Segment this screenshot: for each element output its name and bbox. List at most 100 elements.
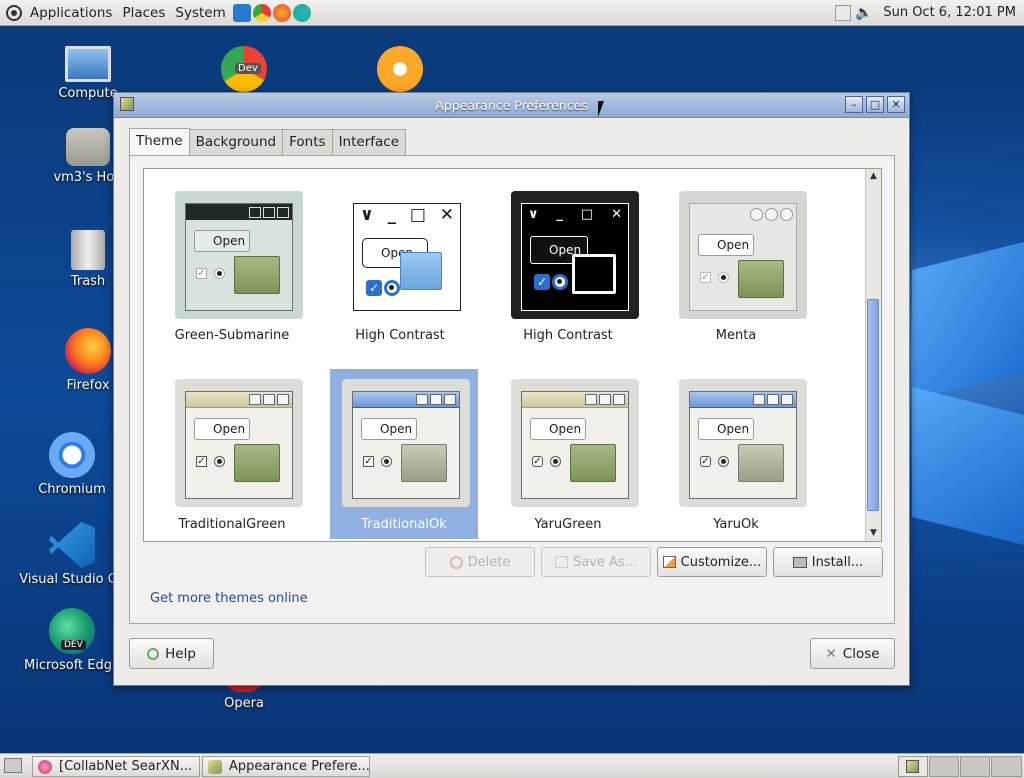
desktop-icon-edge[interactable]: DEV Microsoft Edge [17, 608, 127, 673]
save-as-button[interactable]: Save As... [541, 547, 651, 577]
theme-thumbnail: Open ✓ [521, 391, 629, 499]
workspace-3[interactable] [960, 756, 990, 777]
close-icon: ✕ [439, 205, 454, 225]
theme-item-high-contrast-inverse[interactable]: ∨ _ □ ✕ Open ✓ High Contrast [494, 181, 642, 351]
mini-titlebar: ∨ _ □ ✕ [354, 204, 460, 226]
taskbar-item-browser[interactable]: [CollabNet SearXN... [32, 756, 200, 777]
get-more-themes-link[interactable]: Get more themes online [150, 591, 308, 606]
minimize-icon: _ [387, 205, 397, 225]
checkbox-icon: ✓ [700, 272, 711, 283]
mini-titlebar [522, 392, 628, 408]
close-label: Close [842, 645, 880, 662]
workspace-4[interactable] [991, 756, 1022, 777]
tab-theme[interactable]: Theme [129, 128, 190, 157]
show-desktop-icon[interactable] [4, 758, 22, 773]
desktop-icon-chromium[interactable]: Chromium [17, 432, 127, 497]
tab-interface[interactable]: Interface [331, 129, 407, 156]
theme-item-traditional-ok[interactable]: Open ✓ TraditionalOk [330, 369, 478, 539]
chromium-icon [49, 432, 95, 478]
wallpaper-pane [912, 242, 1024, 400]
minimize-button[interactable]: – [845, 96, 863, 113]
mini-titlebar [353, 392, 459, 408]
mini-open-button: Open [361, 418, 417, 440]
titlebar[interactable]: Appearance Preferences – □ ✕ [114, 93, 909, 118]
folder-icon [570, 444, 616, 482]
home-folder-icon [66, 128, 110, 166]
scroll-up-icon[interactable]: ▲ [866, 169, 881, 184]
dialog-title: Appearance Preferences [435, 97, 588, 113]
desktop-icon-label: Opera [224, 696, 264, 711]
scroll-down-icon[interactable]: ▼ [866, 526, 881, 541]
mini-btn [599, 394, 611, 405]
edge-dev-icon: DEV [49, 608, 95, 654]
taskbar-item-appearance[interactable]: Appearance Prefere... [202, 756, 370, 777]
theme-list[interactable]: Open ✓ Green-Submarine ∨ _ □ ✕ Open ✓ Hi… [143, 168, 882, 542]
close-window-button[interactable]: ✕ [887, 96, 905, 113]
theme-item-yaru-green[interactable]: Open ✓ YaruGreen [494, 369, 642, 539]
customize-label: Customize... [680, 554, 762, 570]
install-label: Install... [811, 554, 864, 570]
chrome-dev-launcher-icon[interactable] [252, 3, 271, 22]
checkbox-icon: ✓ [196, 456, 207, 467]
theme-item-green-submarine[interactable]: Open ✓ Green-Submarine [158, 181, 306, 351]
vscode-launcher-icon[interactable] [232, 3, 251, 22]
clock[interactable]: Sun Oct 6, 12:01 PM [875, 5, 1024, 20]
mini-titlebar: ∨ _ □ ✕ [522, 204, 628, 224]
help-button[interactable]: Help [129, 638, 214, 669]
radio-icon [381, 456, 392, 467]
workspace-window-icon [906, 760, 919, 773]
menu-places[interactable]: Places [117, 5, 170, 21]
folder-icon [572, 254, 616, 294]
appearance-preferences-dialog: Appearance Preferences – □ ✕ Theme Backg… [113, 92, 910, 686]
tab-background[interactable]: Background [188, 129, 284, 156]
mini-btn [753, 394, 765, 405]
chevron-down-icon: ∨ [528, 206, 539, 222]
menu-applications[interactable]: Applications [25, 5, 117, 21]
maximize-button[interactable]: □ [866, 96, 884, 113]
desktop-icon-label: Chromium [38, 482, 106, 497]
mini-btn [585, 394, 597, 405]
folder-icon [738, 260, 784, 298]
volume-icon[interactable]: 🔈 [855, 5, 872, 21]
folder-icon [738, 444, 784, 482]
theme-item-high-contrast[interactable]: ∨ _ □ ✕ Open ✓ High Contrast [326, 181, 474, 351]
gnome-foot-icon[interactable] [6, 4, 22, 21]
theme-thumbnail: Open ✓ [689, 391, 797, 499]
delete-button[interactable]: Delete [425, 547, 535, 577]
theme-list-scrollbar[interactable]: ▲ ▼ [865, 169, 881, 541]
mini-btn [249, 394, 261, 405]
install-button[interactable]: Install... [773, 547, 883, 577]
folder-icon [400, 252, 442, 290]
tab-bar: Theme Background Fonts Interface [129, 128, 407, 158]
menu-system[interactable]: System [170, 5, 230, 21]
vscode-icon [49, 522, 95, 568]
desktop-icon-discord[interactable] [345, 46, 455, 96]
mini-open-button: Open [698, 418, 754, 440]
appearance-app-icon [120, 97, 134, 111]
maximize-icon: □ [409, 205, 426, 225]
desktop-icon-label: Firefox [66, 378, 110, 393]
desktop-icon-chrome-dev[interactable]: Dev [189, 46, 299, 96]
theme-item-yaru-ok[interactable]: Open ✓ YaruOk [662, 369, 810, 539]
edge-dev-launcher-icon[interactable] [292, 3, 311, 22]
mini-open-button: Open [194, 230, 250, 252]
help-icon [147, 647, 160, 660]
workspace-1[interactable] [898, 756, 928, 777]
mini-titlebar [690, 392, 796, 408]
wallpaper-pane [912, 387, 1024, 545]
network-icon[interactable] [835, 4, 852, 21]
theme-item-menta[interactable]: Open ✓ Menta [662, 181, 810, 351]
desktop-icon-label: Visual Studio Co [19, 572, 125, 587]
desktop-icon-label: Compute [58, 86, 118, 101]
workspace-2[interactable] [929, 756, 959, 777]
customize-button[interactable]: Customize... [657, 547, 767, 577]
firefox-launcher-icon[interactable] [272, 3, 291, 22]
computer-icon [65, 46, 111, 82]
minimize-icon: _ [556, 206, 563, 222]
theme-item-traditional-green[interactable]: Open ✓ TraditionalGreen [158, 369, 306, 539]
close-button[interactable]: ✕ Close [810, 638, 895, 669]
tab-fonts[interactable]: Fonts [282, 129, 333, 156]
desktop-icon-vscode[interactable]: Visual Studio Co [17, 522, 127, 587]
scroll-thumb[interactable] [867, 299, 879, 511]
mini-btn [781, 394, 793, 405]
